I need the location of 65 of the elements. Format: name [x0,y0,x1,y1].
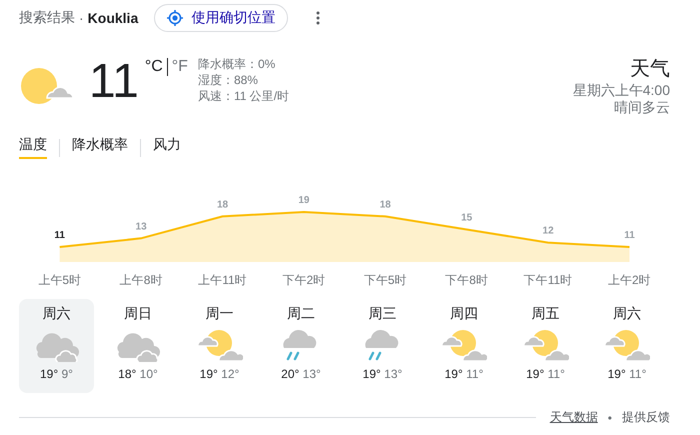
weather-data-link[interactable]: 天气数据 [550,409,598,426]
weather-condition: 晴间多云 [614,99,670,116]
date-time: 星期六上午4:00 [572,82,670,99]
temperature-label: 18 [216,199,228,210]
time-label: 下午8时 [444,272,489,289]
time-label: 下午5时 [362,272,408,289]
tab[interactable]: 温度 [19,136,47,159]
day-forecast-card[interactable]: 周六 19° 11° [590,299,664,393]
time-label: 上午2时 [606,272,652,289]
temperature-range: 19° 12° [200,367,240,381]
day-forecast-card[interactable]: 周四 19° 11° [426,299,502,393]
separator-dot: • [608,410,612,424]
day-name: 周三 [368,305,396,323]
day-forecast-card[interactable]: 周二 20° 13° [264,299,338,393]
temperature-label: 11 [54,230,65,241]
temperature-label: 18 [380,199,391,210]
day-forecast-card[interactable]: 周三 19° 13° [345,299,420,393]
temperature-label: 13 [136,221,147,232]
day-forecast-card[interactable]: 周五 19° 11° [508,299,583,393]
day-name: 周六 [613,305,641,323]
separator-dot: · [79,10,84,26]
weather-detail: 湿度：88% [198,72,259,88]
unit-toggle[interactable]: °F [172,58,188,76]
temperature-label: 19 [298,195,310,206]
location-target-icon [167,10,184,26]
time-label: 上午11时 [197,272,248,289]
day-forecast-card[interactable]: 周一 19° 12° [182,299,257,393]
temperature-range: 20° 13° [281,367,321,381]
tab[interactable]: 降水概率 [72,136,128,159]
temperature-label: 11 [624,230,635,241]
weather-detail: 风速：11 公里/时 [198,88,290,104]
sun-cloud-icon [522,328,568,362]
day-name: 周五 [532,305,560,323]
time-label: 上午8时 [118,272,164,289]
sun-cloud-icon [196,328,242,362]
temperature-range: 19° 11° [608,367,646,381]
weather-title: 天气 [630,57,670,82]
time-label: 下午2时 [281,272,326,289]
day-forecast-card[interactable]: 周日 18° 10° [100,299,176,393]
location-name: Kouklia [88,10,138,26]
temperature-range: 19° 11° [526,367,565,381]
feedback-link[interactable]: 提供反馈 [622,409,670,426]
day-name: 周四 [450,305,478,323]
time-label: 上午5时 [37,272,82,289]
sun-cloud-icon [604,328,650,362]
weather-detail: 降水概率：0% [198,56,276,72]
day-name: 周日 [124,305,152,323]
day-forecast-card[interactable]: 周六 19° 9° [19,299,94,393]
time-label: 下午11时 [522,272,574,289]
temperature-label: 12 [542,226,554,237]
day-name: 周二 [287,305,315,323]
tab[interactable]: 风力 [153,136,181,159]
sun-cloud-icon [441,328,487,362]
temperature-label: 15 [461,212,472,224]
temperature-range: 19° 13° [362,367,402,381]
location-button[interactable]: 使用确切位置 [154,4,288,32]
current-temperature: 11 [89,56,139,108]
temperature-range: 19° 11° [444,367,484,381]
temperature-range: 19° 9° [40,367,73,381]
temperature-range: 18° 10° [118,367,158,381]
unit-toggle[interactable]: °C [144,58,163,76]
more-options-icon[interactable] [316,11,320,25]
day-name: 周一 [206,305,234,323]
breadcrumb-label: 搜索结果 [19,9,75,27]
day-name: 周六 [42,305,70,323]
